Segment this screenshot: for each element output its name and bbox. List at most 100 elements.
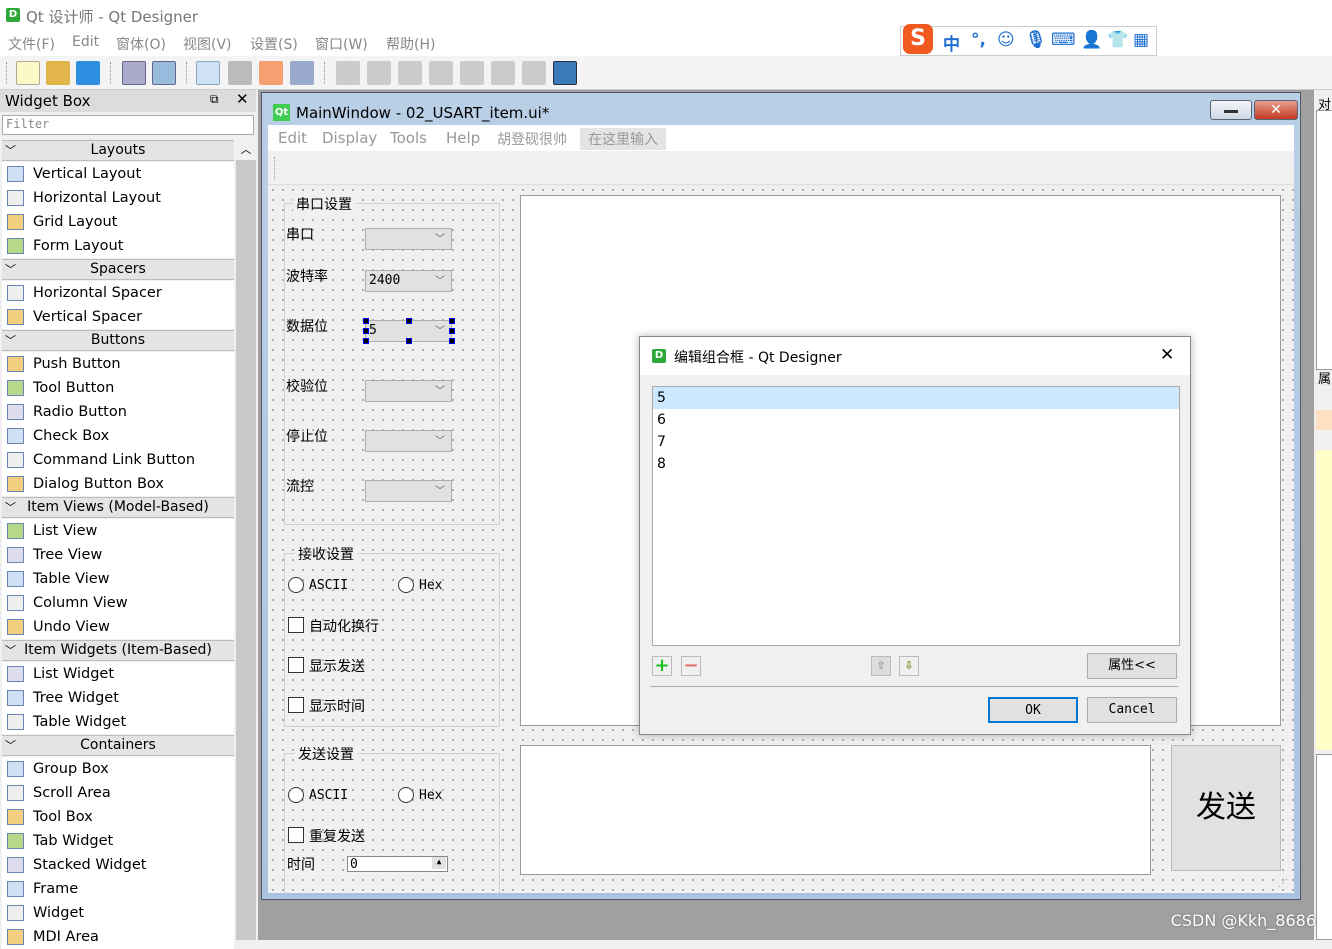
menu-view[interactable]: 视图(V): [183, 34, 232, 54]
recv-ascii-radio[interactable]: [288, 577, 304, 593]
layout-horizontal-icon[interactable]: [336, 61, 360, 85]
user-icon[interactable]: 👤: [1081, 30, 1102, 50]
float-icon[interactable]: ⧉: [210, 92, 219, 107]
move-up-icon[interactable]: ⇧: [871, 656, 891, 676]
serial-row-combobox[interactable]: 2400 ﹀: [365, 270, 452, 292]
widget-item[interactable]: Push Button: [2, 352, 234, 376]
ok-button[interactable]: OK: [988, 697, 1078, 723]
move-down-icon[interactable]: ⇩: [899, 656, 919, 676]
layout-form-icon[interactable]: [491, 61, 515, 85]
bring-to-front-icon[interactable]: [152, 61, 176, 85]
widget-item[interactable]: Grid Layout: [2, 210, 234, 234]
close-icon[interactable]: ✕: [236, 90, 249, 108]
widget-item[interactable]: Vertical Layout: [2, 162, 234, 186]
widget-item[interactable]: Frame: [2, 877, 234, 901]
resize-grip-icon[interactable]: ⋰: [1278, 878, 1288, 889]
selection-handle[interactable]: [363, 318, 369, 324]
add-item-icon[interactable]: +: [652, 656, 672, 676]
serial-row-combobox[interactable]: ﹀: [365, 430, 452, 452]
category-2[interactable]: ﹀ Buttons: [2, 330, 234, 351]
edit-signals-slots-icon[interactable]: [228, 61, 252, 85]
send-to-back-icon[interactable]: [122, 61, 146, 85]
cancel-button[interactable]: Cancel: [1087, 697, 1177, 723]
send-ascii-radio[interactable]: [288, 787, 304, 803]
selection-handle[interactable]: [363, 338, 369, 344]
widget-filter-input[interactable]: Filter: [2, 115, 254, 135]
edit-tab-order-icon[interactable]: [290, 61, 314, 85]
form-menu-tools[interactable]: Tools: [390, 129, 427, 147]
widget-item[interactable]: Widget: [2, 901, 234, 925]
widget-item[interactable]: Tool Box: [2, 805, 234, 829]
widget-item[interactable]: Scroll Area: [2, 781, 234, 805]
send-button[interactable]: 发送: [1171, 745, 1281, 871]
category-1[interactable]: ﹀ Spacers: [2, 259, 234, 280]
grid-menu-icon[interactable]: ▦: [1133, 30, 1149, 50]
show-send-checkbox[interactable]: [288, 657, 304, 673]
selection-handle[interactable]: [449, 338, 455, 344]
widget-item[interactable]: Dialog Button Box: [2, 472, 234, 496]
widget-item[interactable]: Group Box: [2, 757, 234, 781]
layout-grid-icon[interactable]: [460, 61, 484, 85]
ime-chinese-mode[interactable]: 中: [943, 30, 960, 55]
serial-row-combobox[interactable]: ﹀: [365, 480, 452, 502]
category-3[interactable]: ﹀ Item Views (Model-Based): [2, 497, 234, 518]
form-menu-type-here[interactable]: 在这里输入: [580, 128, 666, 150]
signal-slot-editor[interactable]: [1316, 754, 1332, 940]
selection-handle[interactable]: [363, 328, 369, 334]
category-0[interactable]: ﹀ Layouts: [2, 140, 234, 161]
widget-item[interactable]: MDI Area: [2, 925, 234, 949]
widget-item[interactable]: Vertical Spacer: [2, 305, 234, 329]
widget-item[interactable]: Radio Button: [2, 400, 234, 424]
adjust-size-icon[interactable]: [553, 61, 577, 85]
send-hex-radio[interactable]: [398, 787, 414, 803]
repeat-send-checkbox[interactable]: [288, 827, 304, 843]
property-row[interactable]: [1316, 410, 1332, 430]
auto-newline-checkbox[interactable]: [288, 617, 304, 633]
spin-up-icon[interactable]: ▲: [432, 857, 446, 869]
menu-form[interactable]: 窗体(O): [116, 34, 166, 54]
widget-item[interactable]: Check Box: [2, 424, 234, 448]
selection-handle[interactable]: [406, 338, 412, 344]
emoji-icon[interactable]: ☺: [997, 30, 1015, 50]
widget-item[interactable]: List View: [2, 519, 234, 543]
serial-row-combobox[interactable]: ﹀: [365, 380, 452, 402]
save-icon[interactable]: [76, 61, 100, 85]
widget-item[interactable]: Tree Widget: [2, 686, 234, 710]
widget-item[interactable]: Horizontal Spacer: [2, 281, 234, 305]
object-inspector[interactable]: [1316, 110, 1332, 370]
skin-icon[interactable]: 👕: [1107, 30, 1128, 50]
edit-widgets-icon[interactable]: [196, 61, 220, 85]
edit-buddies-icon[interactable]: [259, 61, 283, 85]
widget-box-scrollbar[interactable]: ︿: [236, 140, 256, 940]
send-text-area[interactable]: [520, 745, 1151, 875]
layout-v-splitter-icon[interactable]: [429, 61, 453, 85]
selection-handle[interactable]: [449, 318, 455, 324]
form-menu-help[interactable]: Help: [446, 129, 480, 147]
widget-item[interactable]: Tool Button: [2, 376, 234, 400]
show-time-checkbox[interactable]: [288, 697, 304, 713]
close-button[interactable]: ✕: [1254, 100, 1298, 120]
widget-item[interactable]: List Widget: [2, 662, 234, 686]
properties-button[interactable]: 属性<<: [1087, 653, 1177, 679]
property-rows[interactable]: [1316, 450, 1332, 750]
widget-item[interactable]: Undo View: [2, 615, 234, 639]
menu-help[interactable]: 帮助(H): [386, 34, 435, 54]
form-menu-display[interactable]: Display: [322, 129, 377, 147]
keyboard-icon[interactable]: ⌨: [1051, 30, 1076, 50]
remove-item-icon[interactable]: −: [681, 656, 701, 676]
microphone-icon[interactable]: 🎙: [1025, 30, 1047, 50]
new-file-icon[interactable]: [16, 61, 40, 85]
list-item[interactable]: 8: [653, 453, 1179, 475]
list-item[interactable]: 5: [653, 387, 1179, 409]
time-spinbox[interactable]: 0 ▲: [347, 856, 448, 872]
widget-item[interactable]: Tab Widget: [2, 829, 234, 853]
widget-item[interactable]: Table Widget: [2, 710, 234, 734]
minimize-button[interactable]: [1210, 100, 1252, 120]
widget-item[interactable]: Form Layout: [2, 234, 234, 258]
widget-item[interactable]: Stacked Widget: [2, 853, 234, 877]
menu-file[interactable]: 文件(F): [8, 34, 55, 54]
layout-vertical-icon[interactable]: [367, 61, 391, 85]
category-4[interactable]: ﹀ Item Widgets (Item-Based): [2, 640, 234, 661]
menu-window[interactable]: 窗口(W): [315, 34, 368, 54]
layout-h-splitter-icon[interactable]: [398, 61, 422, 85]
